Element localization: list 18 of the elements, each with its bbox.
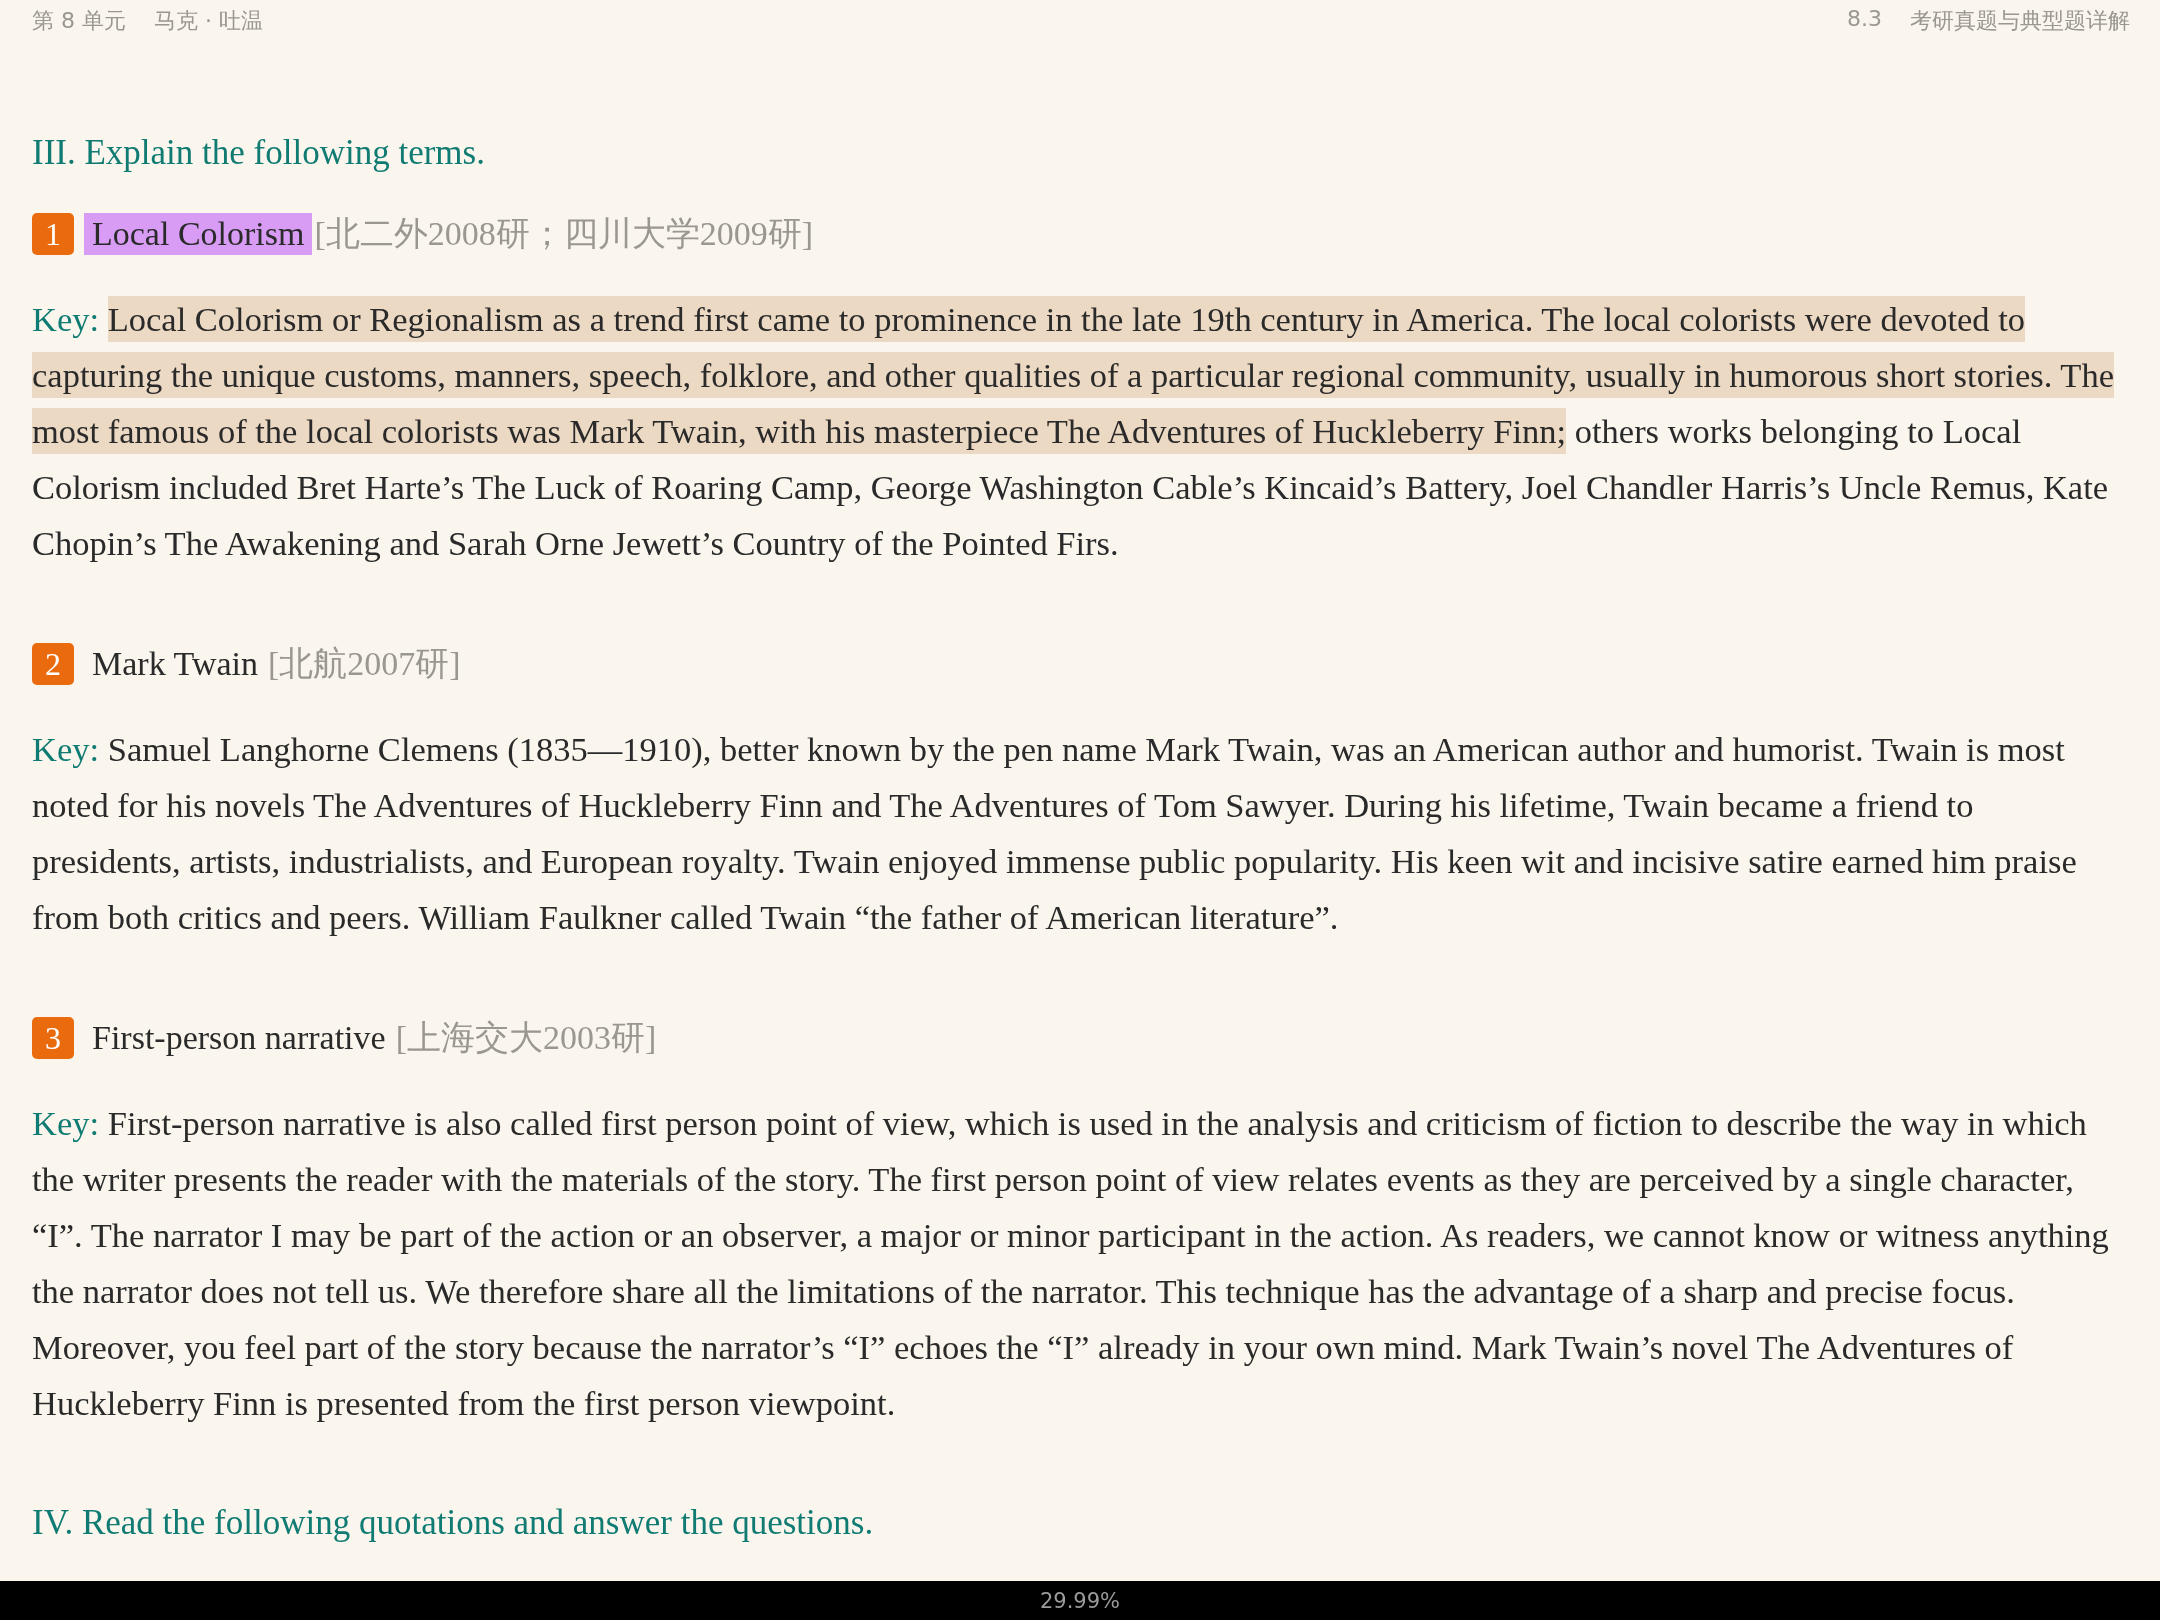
section-title: 考研真题与典型题详解 [1910,7,2130,35]
section-heading: III. Explain the following terms. [32,132,486,175]
exam-source: [上海交大2003研] [395,1018,657,1059]
number-badge: 3 [32,1017,74,1060]
section-number: 8.3 [1847,6,1882,33]
answer-paragraph: Key: First-person narrative is also called first person point of view, which is used in the analysis and criticism of fiction to describe the way in which the writer presents the reader with the materials of the story. The first person point of view relates events as they are perceived by a single character, “I”. The narrator I may be part of the action or an observer, a major or minor participant in the action. As readers, we cannot know or witness anything the narrator does not tell us. We therefore share all the limitations of the narrator. This technique has the advantage of a sharp and precise focus. Moreover, you feel part of the story because the narrator’s “I” echoes the “I” already in your own mind. Mark Twain’s novel The Adventures of Huckleberry Finn is presented from the first person viewpoint. [32,1103,2110,1425]
term-title: Mark Twain [91,644,259,685]
term-title: Local Colorism [84,213,313,256]
unit-label: 第 8 单元 [32,7,126,35]
number-badge: 1 [32,213,74,256]
exam-source: [北航2007研] [268,644,461,685]
progress-percent: 29.99% [1039,1588,1121,1613]
number-badge: 2 [32,643,74,686]
exam-source: [北二外2008研；四川大学2009研] [314,214,814,255]
chapter-title: 马克 · 吐温 [154,7,263,35]
answer-paragraph: Key: Samuel Langhorne Clemens (1835—1910), better known by the pen name Mark Twain, was an American author and humorist. Twain is most noted for his novels The Adventures of Huckleberry Finn and The Adventures of Tom Sawyer. During his lifetime, Twain became a friend to presidents, artists, industrialists, and European royalty. Twain enjoyed immense public popularity. His keen wit and incisive satire earned him praise from both critics and peers. William Faulkner called Twain “the father of American literature”. [32,729,2078,939]
section-heading: IV. Read the following quotations and answer the questions. [32,1502,875,1545]
term-title: First-person narrative [91,1018,387,1059]
